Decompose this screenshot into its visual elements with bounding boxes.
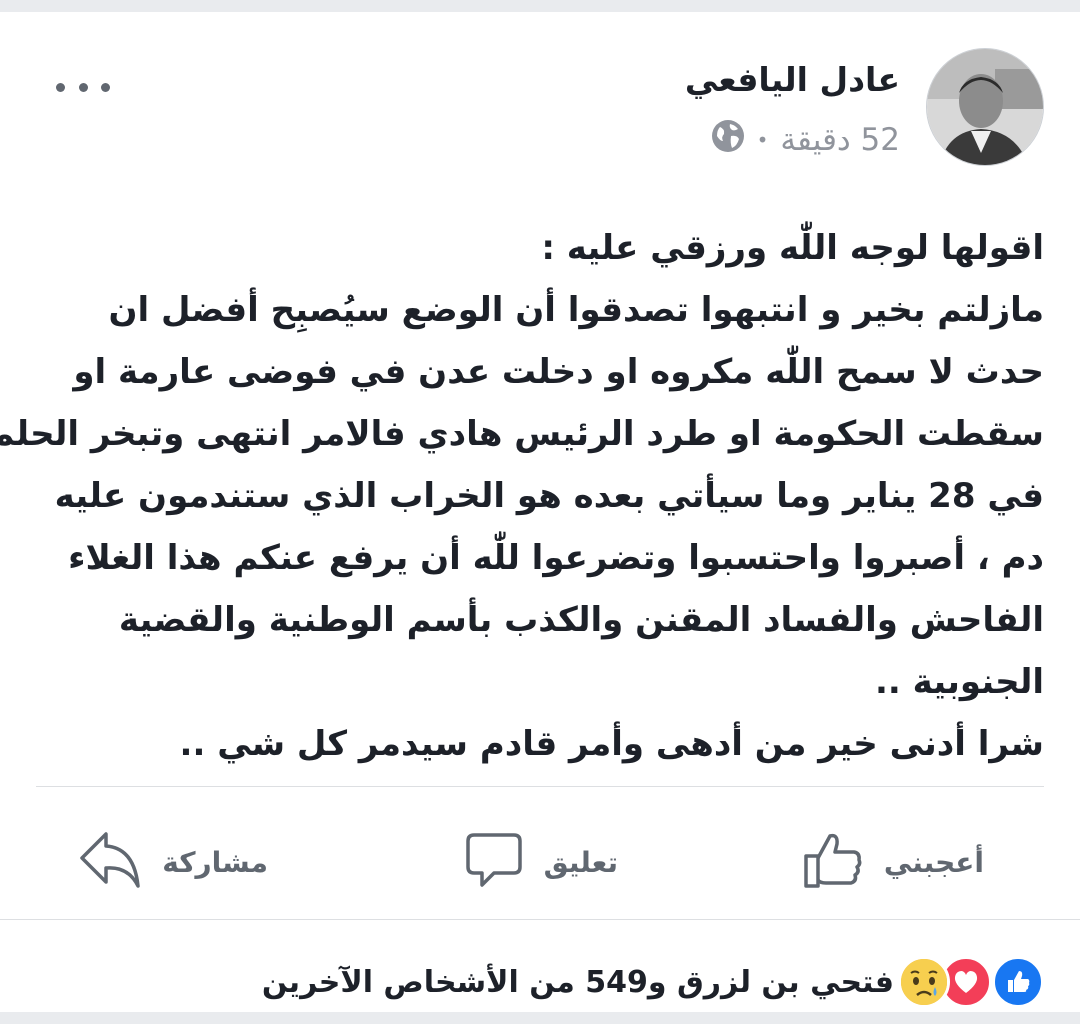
post-timestamp[interactable]: 52 دقيقة bbox=[780, 122, 900, 158]
globe-icon bbox=[711, 119, 745, 161]
more-options-icon[interactable] bbox=[56, 72, 110, 102]
post-line: اقولها لوجه اللّٰه ورزقي عليه : bbox=[541, 228, 1044, 268]
post-line: شرا أدنى خير من أدهى وأمر قادم سيدمر كل … bbox=[179, 724, 1044, 764]
post-line: سقطت الحكومة او طرد الرئيس هادي فالامر ا… bbox=[0, 414, 1044, 454]
reactions-summary[interactable]: فتحي بن لزرق و549 من الأشخاص الآخرين bbox=[262, 952, 1044, 1012]
share-label: مشاركة bbox=[162, 845, 268, 879]
actions-divider-top bbox=[36, 786, 1044, 787]
sad-reaction-icon bbox=[898, 956, 950, 1008]
meta-separator: • bbox=[756, 128, 769, 152]
comment-label: تعليق bbox=[543, 845, 618, 879]
post-line: الفاحش والفساد المقنن والكذب بأسم الوطني… bbox=[118, 600, 1044, 640]
post-body: اقولها لوجه اللّٰه ورزقي عليه : مازلتم ب… bbox=[0, 217, 1044, 775]
reactions-text: فتحي بن لزرق و549 من الأشخاص الآخرين bbox=[261, 964, 894, 1000]
post-line: حدث لا سمح اللّٰه مكروه او دخلت عدن في ف… bbox=[73, 352, 1044, 392]
action-bar: أعجبني تعليق مشاركة bbox=[0, 807, 1080, 917]
post-header: عادل اليافعي 52 دقيقة • bbox=[0, 12, 1080, 182]
thumbs-up-icon bbox=[802, 830, 864, 894]
post-line: الجنوبية .. bbox=[874, 662, 1044, 702]
reaction-icons bbox=[898, 956, 1044, 1008]
post-meta: 52 دقيقة • bbox=[711, 120, 900, 160]
share-button[interactable]: مشاركة bbox=[78, 807, 268, 917]
post-line: مازلتم بخير و انتبهوا تصدقوا أن الوضع سي… bbox=[108, 290, 1044, 330]
share-arrow-icon bbox=[78, 830, 142, 894]
like-reaction-icon bbox=[992, 956, 1044, 1008]
author-name[interactable]: عادل اليافعي bbox=[685, 60, 900, 99]
author-avatar[interactable] bbox=[926, 48, 1044, 166]
like-button[interactable]: أعجبني bbox=[802, 807, 984, 917]
post-line: دم ، أصبروا واحتسبوا وتضرعوا للّٰه أن ير… bbox=[68, 538, 1044, 578]
actions-divider-bottom bbox=[0, 919, 1080, 920]
post-card: عادل اليافعي 52 دقيقة • اقولها لوجه اللّ… bbox=[0, 12, 1080, 1012]
comment-bubble-icon bbox=[464, 831, 524, 893]
like-label: أعجبني bbox=[883, 845, 984, 879]
post-line: في 28 يناير وما سيأتي بعده هو الخراب الذ… bbox=[54, 476, 1044, 516]
comment-button[interactable]: تعليق bbox=[464, 807, 618, 917]
